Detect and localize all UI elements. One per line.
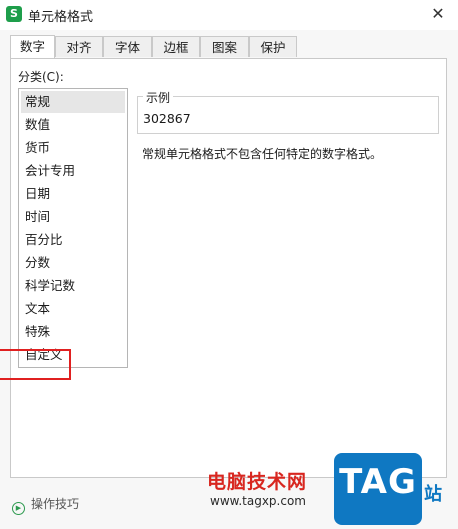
dialog-title: 单元格格式 <box>28 10 94 25</box>
list-item-fraction[interactable]: 分数 <box>21 252 125 274</box>
watermark-suffix: 站 <box>424 484 442 505</box>
tab-alignment[interactable]: 对齐 <box>55 36 103 57</box>
tab-border[interactable]: 边框 <box>152 36 200 57</box>
wps-logo-icon: S <box>6 6 22 22</box>
tab-font[interactable]: 字体 <box>103 36 152 57</box>
format-cells-dialog: S 单元格格式 ✕ 数字 对齐 字体 边框 图案 保护 分类(C): 常规 数值… <box>0 0 458 529</box>
tab-protection[interactable]: 保护 <box>249 36 297 57</box>
category-label: 分类(C): <box>18 70 64 84</box>
tips-label: 操作技巧 <box>31 497 80 511</box>
tab-number[interactable]: 数字 <box>10 35 55 58</box>
tab-pattern[interactable]: 图案 <box>200 36 249 57</box>
list-item-percentage[interactable]: 百分比 <box>21 229 125 251</box>
highlight-box <box>0 349 71 380</box>
operation-tips-link[interactable]: ▶ 操作技巧 <box>12 495 79 515</box>
watermark-text: 电脑技术网 <box>207 471 308 493</box>
list-item-text[interactable]: 文本 <box>21 298 125 320</box>
list-item-accounting[interactable]: 会计专用 <box>21 160 125 182</box>
list-item-general[interactable]: 常规 <box>21 91 125 113</box>
title-bar: S 单元格格式 ✕ <box>0 0 458 30</box>
list-item-time[interactable]: 时间 <box>21 206 125 228</box>
play-circle-icon: ▶ <box>12 502 25 515</box>
format-description: 常规单元格格式不包含任何特定的数字格式。 <box>142 147 383 161</box>
watermark-logo-text: TAG <box>339 462 417 502</box>
watermark-url: www.tagxp.com <box>210 494 306 508</box>
list-item-date[interactable]: 日期 <box>21 183 125 205</box>
category-listbox[interactable]: 常规 数值 货币 会计专用 日期 时间 百分比 分数 科学记数 文本 特殊 自定… <box>18 88 128 368</box>
list-item-currency[interactable]: 货币 <box>21 137 125 159</box>
list-item-number[interactable]: 数值 <box>21 114 125 136</box>
list-item-special[interactable]: 特殊 <box>21 321 125 343</box>
close-icon[interactable]: ✕ <box>428 4 448 24</box>
list-item-scientific[interactable]: 科学记数 <box>21 275 125 297</box>
sample-label: 示例 <box>143 89 174 106</box>
sample-value: 302867 <box>143 111 191 126</box>
